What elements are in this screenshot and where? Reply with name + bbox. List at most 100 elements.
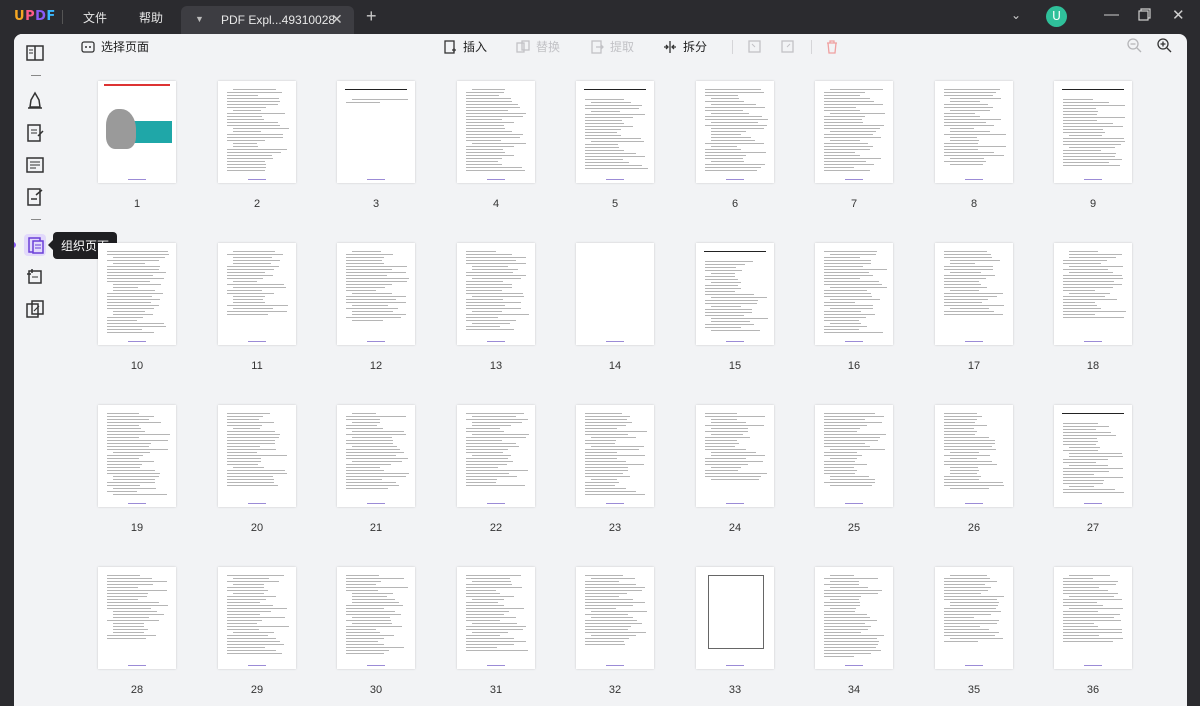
page-text-line (466, 326, 500, 327)
delete-icon[interactable] (825, 39, 839, 54)
page-thumbnail[interactable] (696, 405, 774, 507)
logo-letter: D (35, 9, 47, 24)
page-thumbnail[interactable] (457, 243, 535, 345)
page-thumbnail[interactable] (1054, 243, 1132, 345)
page-text-line (472, 422, 522, 423)
page-thumbnail[interactable] (218, 243, 296, 345)
page-text-line (591, 578, 635, 579)
page-number-label: 2 (253, 198, 261, 210)
page-thumbnail[interactable] (576, 81, 654, 183)
organize-pages-icon[interactable] (26, 235, 46, 255)
insert-button[interactable]: 插入 (443, 38, 487, 55)
page-text-line (705, 416, 765, 417)
avatar[interactable]: U (1046, 6, 1067, 27)
page-thumbnail[interactable] (98, 405, 176, 507)
page-thumbnail[interactable] (935, 567, 1013, 669)
rotate-left-icon[interactable] (747, 39, 762, 54)
page-text-line (227, 641, 280, 642)
page-thumbnail[interactable] (815, 567, 893, 669)
page-thumbnail[interactable] (576, 405, 654, 507)
zoom-out-icon[interactable] (1127, 38, 1142, 53)
page-text-line (1063, 468, 1123, 469)
page-thumbnail[interactable] (1054, 567, 1132, 669)
page-thumbnail[interactable] (218, 567, 296, 669)
tab-dropdown-icon[interactable]: ▼ (195, 14, 204, 24)
page-text-line (585, 168, 648, 169)
page-thumbnail[interactable] (935, 243, 1013, 345)
page-text-line (824, 455, 862, 456)
page-text-line (227, 575, 284, 576)
page-thumbnail[interactable] (576, 567, 654, 669)
reader-icon[interactable] (25, 43, 45, 63)
page-text-line (227, 599, 266, 600)
page-text-line (227, 140, 265, 141)
page-thumbnail[interactable] (1054, 405, 1132, 507)
zoom-in-icon[interactable] (1157, 38, 1172, 53)
page-number-label: 34 (847, 684, 861, 696)
page-text-line (591, 617, 633, 618)
menu-help[interactable]: 帮助 (139, 9, 163, 26)
page-text-line (1063, 269, 1108, 270)
page-thumbnail[interactable] (696, 243, 774, 345)
page-thumbnail[interactable] (696, 567, 774, 669)
select-pages-button[interactable]: 选择页面 (81, 38, 149, 55)
page-text-line (1063, 126, 1123, 127)
crop-icon[interactable] (25, 267, 45, 287)
page-text-line (705, 101, 744, 102)
page-text-line (711, 297, 767, 298)
form-icon[interactable] (25, 155, 45, 175)
page-thumbnail[interactable] (935, 405, 1013, 507)
restore-icon[interactable] (1138, 8, 1151, 25)
edit-icon[interactable] (25, 123, 45, 143)
page-text-line (1063, 105, 1125, 106)
page-text-line (830, 587, 868, 588)
sign-icon[interactable] (25, 187, 45, 207)
page-number-label: 33 (728, 684, 742, 696)
convert-icon[interactable] (25, 299, 45, 319)
page-thumbnail[interactable] (935, 81, 1013, 183)
close-window-icon[interactable]: ✕ (1172, 6, 1185, 24)
page-text-line (233, 110, 261, 111)
page-thumbnail[interactable] (337, 405, 415, 507)
page-text-line (824, 638, 877, 639)
page-thumbnail[interactable] (218, 81, 296, 183)
page-thumbnail[interactable] (457, 81, 535, 183)
page-text-line (466, 251, 496, 252)
tab-close-icon[interactable]: ✕ (331, 11, 343, 28)
page-thumbnail[interactable] (218, 405, 296, 507)
page-text-line (1063, 156, 1115, 157)
page-thumbnail[interactable] (815, 243, 893, 345)
page-text-line (585, 470, 628, 471)
page-thumbnail[interactable] (457, 405, 535, 507)
page-thumbnail[interactable] (1054, 81, 1132, 183)
page-thumbnail[interactable] (337, 567, 415, 669)
page-number-label: 22 (489, 522, 503, 534)
comment-icon[interactable] (25, 90, 45, 110)
chevron-down-icon[interactable]: ⌄ (1011, 8, 1021, 22)
menu-file[interactable]: 文件 (83, 9, 107, 26)
page-thumbnail[interactable] (696, 81, 774, 183)
page-thumbnail[interactable] (98, 81, 176, 183)
page-text-line (711, 137, 751, 138)
extract-button[interactable]: 提取 (590, 38, 634, 55)
page-text-line (1063, 489, 1115, 490)
page-thumbnail[interactable] (98, 243, 176, 345)
page-text-line (107, 590, 167, 591)
page-text-line (944, 293, 1003, 294)
split-button[interactable]: 拆分 (663, 38, 707, 55)
page-thumbnail[interactable] (576, 243, 654, 345)
page-thumbnail[interactable] (815, 81, 893, 183)
page-text-line (1063, 441, 1098, 442)
new-tab-icon[interactable]: + (366, 6, 377, 27)
page-thumbnail[interactable] (815, 405, 893, 507)
page-thumbnail[interactable] (337, 243, 415, 345)
page-thumbnail[interactable] (457, 567, 535, 669)
page-text-line (944, 134, 1006, 135)
page-thumbnail[interactable] (337, 81, 415, 183)
page-text-line (711, 98, 739, 99)
rotate-right-icon[interactable] (780, 39, 795, 54)
replace-button[interactable]: 替换 (516, 38, 560, 55)
page-thumbnail[interactable] (98, 567, 176, 669)
minimize-icon[interactable]: — (1104, 6, 1119, 23)
document-tab[interactable]: ▼ PDF Expl...49310028 ✕ (181, 6, 354, 34)
